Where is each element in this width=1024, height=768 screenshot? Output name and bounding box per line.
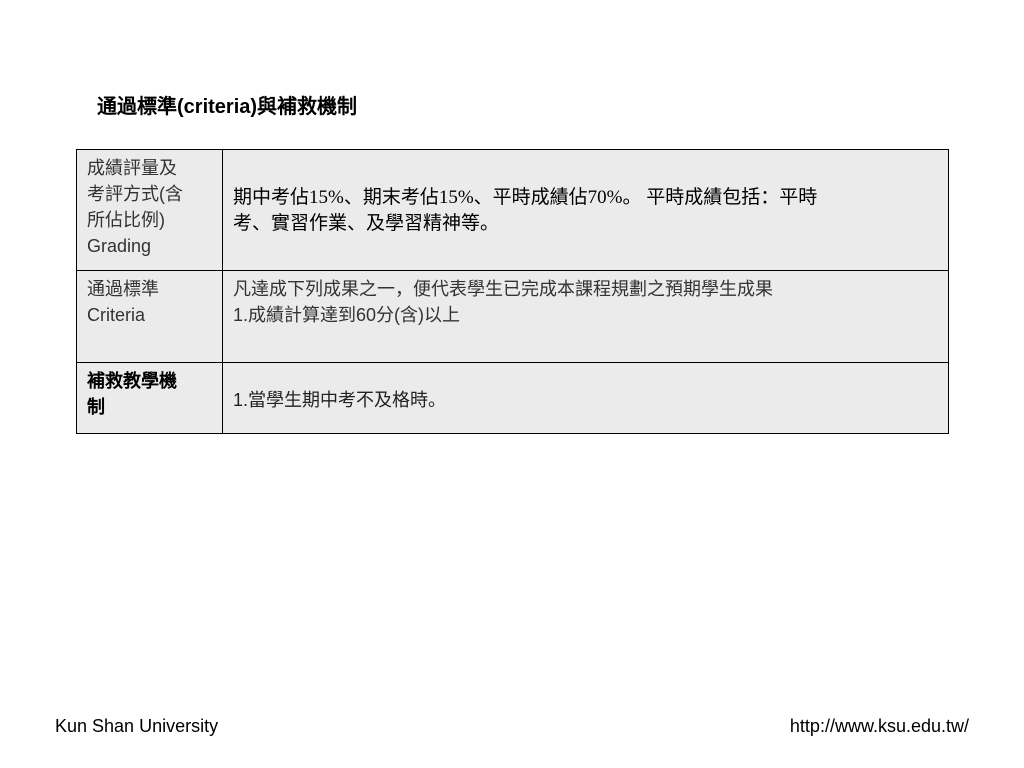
table-row-grading: 成績評量及 考評方式(含 所佔比例) Grading 期中考佔15%、期末考佔1…	[76, 149, 949, 271]
grading-label-cell: 成績評量及 考評方式(含 所佔比例) Grading	[76, 149, 223, 271]
slide-title: 通過標準(criteria)與補救機制	[97, 96, 358, 118]
remedial-label-line: 補救教學機	[87, 371, 177, 391]
remedial-label-cell: 補救教學機 制	[76, 362, 223, 434]
remedial-label-line: 制	[87, 397, 105, 417]
criteria-content-line: 1.成績計算達到60分(含)以上	[233, 305, 461, 325]
table-row-remedial: 補救教學機 制 1.當學生期中考不及格時。	[76, 362, 949, 434]
remedial-content-line: 1.當學生期中考不及格時。	[233, 390, 447, 410]
grading-label-english: Grading	[87, 236, 152, 256]
criteria-label-cell: 通過標準 Criteria	[76, 270, 223, 363]
criteria-table: 成績評量及 考評方式(含 所佔比例) Grading 期中考佔15%、期末考佔1…	[76, 149, 949, 434]
grading-label-line: 考評方式(含	[87, 184, 183, 204]
grading-label-line: 所佔比例)	[87, 210, 165, 230]
remedial-content-cell: 1.當學生期中考不及格時。	[222, 362, 949, 434]
criteria-label-english: Criteria	[87, 305, 146, 325]
grading-content-line: 考、實習作業、及學習精神等。	[233, 212, 500, 234]
grading-label-line: 成績評量及	[87, 158, 177, 178]
criteria-content-line: 凡達成下列成果之一，便代表學生已完成本課程規劃之預期學生成果	[233, 279, 773, 299]
footer-university-name: Kun Shan University	[55, 716, 219, 736]
grading-content-line: 期中考佔15%、期末考佔15%、平時成績佔70%。 平時成績包括：平時	[233, 186, 818, 208]
table-row-criteria: 通過標準 Criteria 凡達成下列成果之一，便代表學生已完成本課程規劃之預期…	[76, 270, 949, 363]
criteria-content-cell: 凡達成下列成果之一，便代表學生已完成本課程規劃之預期學生成果 1.成績計算達到6…	[222, 270, 949, 363]
slide: 通過標準(criteria)與補救機制 成績評量及 考評方式(含 所佔比例) G…	[0, 0, 1024, 768]
criteria-label-line: 通過標準	[87, 279, 159, 299]
grading-content-cell: 期中考佔15%、期末考佔15%、平時成績佔70%。 平時成績包括：平時 考、實習…	[222, 149, 949, 271]
footer-website-url: http://www.ksu.edu.tw/	[789, 716, 969, 736]
